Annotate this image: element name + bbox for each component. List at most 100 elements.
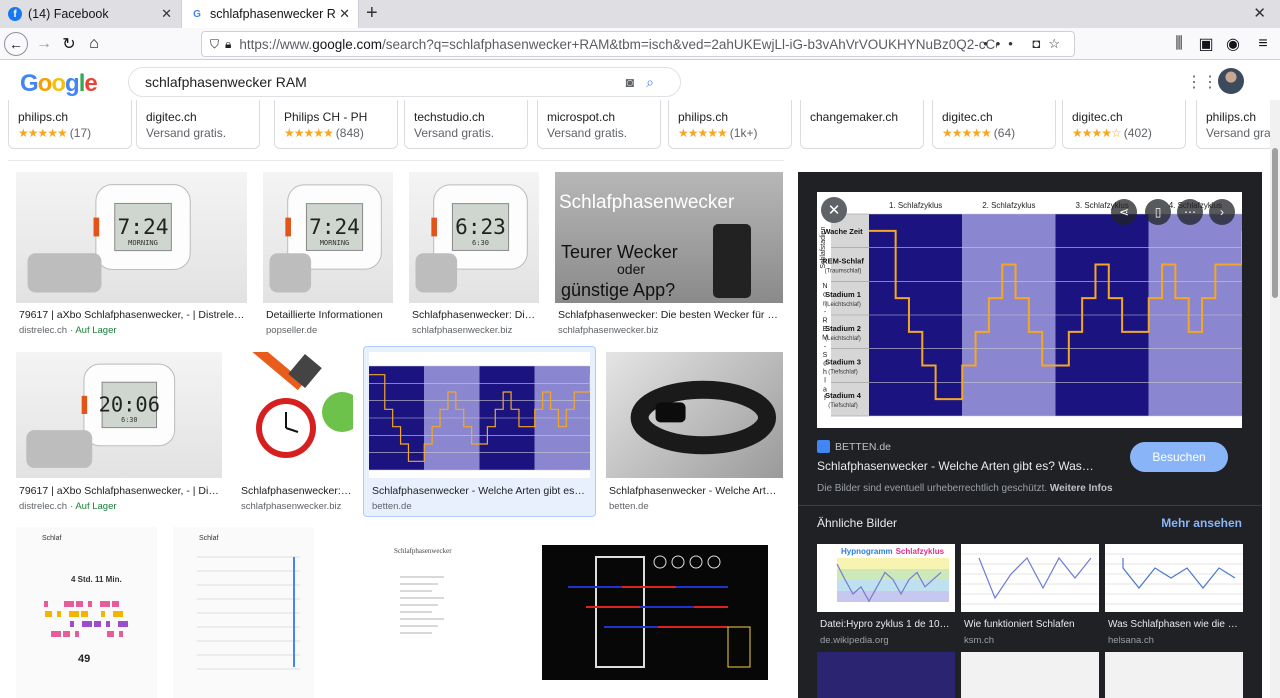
- result-thumbnail[interactable]: Schlaf 4 Std. 11 Min. 49: [16, 527, 157, 698]
- bookmark-star-icon[interactable]: ☆: [1048, 36, 1068, 51]
- result-title[interactable]: Schlafphasenwecker - Welche Arten gibt e…: [372, 485, 589, 497]
- similar-thumbnail[interactable]: [1105, 652, 1243, 698]
- image-result[interactable]: Schlaf: [173, 527, 314, 698]
- alarm-clock-image: 6:236:30: [415, 184, 528, 293]
- result-thumbnail[interactable]: Schlafphasenwecker: [330, 527, 512, 698]
- shopping-card[interactable]: Philips CH - PH ★★★★★ (848): [274, 100, 398, 149]
- image-result[interactable]: 6:23 6:30 Schlafphasenwecker: Die ... schla…: [409, 172, 539, 339]
- similar-image[interactable]: Hypnogramm Schlafzyklus Datei:Hypro zyklus…: [817, 544, 955, 654]
- preview-image[interactable]: 1. Schlafzyklus 2. Schlafzyklus 3. Schlafz…: [817, 192, 1243, 428]
- shield-icon[interactable]: ⛉: [210, 37, 219, 52]
- scrollbar-thumb[interactable]: [1272, 148, 1278, 298]
- shopping-card[interactable]: digitec.ch Versand gratis.: [136, 100, 260, 149]
- similar-thumbnail[interactable]: [817, 652, 955, 698]
- shopping-card[interactable]: microspot.ch Versand gratis.: [537, 100, 661, 149]
- search-query[interactable]: schlafphasenwecker RAM: [145, 74, 307, 90]
- image-result[interactable]: 7:24 MORNING Detaillierte Informationen pop…: [263, 172, 393, 339]
- avatar[interactable]: [1218, 68, 1244, 94]
- reload-icon[interactable]: ↻: [58, 33, 80, 55]
- search-input[interactable]: schlafphasenwecker RAM ◙⌕: [128, 67, 681, 97]
- menu-icon[interactable]: ≡: [1252, 33, 1274, 55]
- account-icon[interactable]: ◉: [1222, 33, 1244, 55]
- clock-subtext: 6:30: [121, 416, 137, 424]
- rating: ★★★★★ (17): [18, 125, 131, 141]
- result-title[interactable]: Detaillierte Informationen: [266, 309, 392, 321]
- shopping-card[interactable]: changemaker.ch: [800, 100, 924, 149]
- similar-title[interactable]: Was Schlafphasen wie die R...: [1108, 619, 1240, 630]
- visit-button[interactable]: Besuchen: [1130, 442, 1228, 472]
- share-icon[interactable]: ⋖: [1111, 199, 1137, 225]
- result-title[interactable]: Schlafphasenwecker: Die besten Wecker fü…: [558, 309, 782, 321]
- home-icon[interactable]: ⌂: [83, 33, 105, 55]
- result-title[interactable]: 79617 | aXbo Schlafphasenwecker, - | Dis…: [19, 485, 221, 497]
- image-result[interactable]: Schlafphasenwecker: D... schlafphasenweck…: [238, 352, 353, 515]
- more-icon[interactable]: •••: [983, 36, 1021, 51]
- image-result[interactable]: Schlaf 4 Std. 11 Min. 49: [16, 527, 157, 698]
- shopping-card[interactable]: digitec.ch ★★★★☆ (402): [1062, 100, 1186, 149]
- similar-thumbnail[interactable]: Hypnogramm Schlafzyklus: [817, 544, 955, 612]
- new-tab-icon[interactable]: +: [366, 2, 378, 25]
- next-icon[interactable]: ›: [1209, 199, 1235, 225]
- result-thumbnail[interactable]: [528, 527, 783, 698]
- google-logo[interactable]: Google: [20, 70, 98, 98]
- shopping-card[interactable]: philips.ch ★★★★★ (1k+): [668, 100, 792, 149]
- preview-title[interactable]: Schlafphasenwecker - Welche Arten gibt e…: [817, 459, 1097, 473]
- similar-image[interactable]: Was Schlafphasen wie die R... helsana.ch: [1105, 544, 1243, 654]
- result-title[interactable]: Schlafphasenwecker - Welche Arten ...: [609, 485, 782, 497]
- result-title[interactable]: Schlafphasenwecker: D...: [241, 485, 352, 497]
- result-thumbnail[interactable]: 6:23 6:30: [409, 172, 539, 303]
- result-thumbnail[interactable]: [606, 352, 783, 478]
- window-close-icon[interactable]: ✕: [1253, 4, 1266, 22]
- result-thumbnail[interactable]: 20:06 6:30: [16, 352, 222, 478]
- pocket-icon[interactable]: ◘: [1032, 36, 1048, 51]
- logo-letter: o: [51, 70, 66, 97]
- lock-icon[interactable]: 🔒︎: [225, 37, 231, 52]
- similar-title[interactable]: Wie funktioniert Schlafen: [964, 619, 1096, 630]
- result-thumbnail[interactable]: Schlaf: [173, 527, 314, 698]
- shopping-card[interactable]: philips.ch Versand gratis.: [1196, 100, 1280, 149]
- result-title[interactable]: Schlafphasenwecker: Die ...: [412, 309, 538, 321]
- more-options-icon[interactable]: ⋯: [1177, 199, 1203, 225]
- result-thumbnail[interactable]: 7:24 MORNING: [263, 172, 393, 303]
- tab-google[interactable]: G schlafphasenwecker RAM ✕: [181, 0, 359, 28]
- close-tab-icon[interactable]: ✕: [339, 6, 350, 22]
- more-info-link[interactable]: Weitere Infos: [1050, 483, 1113, 494]
- forward-icon[interactable]: →: [33, 33, 55, 55]
- image-result[interactable]: Schlafphasenwecker Teurer Wecker oder günst…: [555, 172, 783, 339]
- image-result[interactable]: [528, 527, 783, 698]
- similar-image[interactable]: Wie funktioniert Schlafen ksm.ch: [961, 544, 1099, 654]
- image-result[interactable]: 7:24 MORNING 79617 | aXbo Schlafphasenweck…: [16, 172, 247, 339]
- library-icon[interactable]: ⫼: [1168, 33, 1190, 55]
- result-source: schlafphasenwecker.biz: [241, 501, 341, 512]
- result-thumbnail[interactable]: [238, 352, 353, 478]
- result-title[interactable]: 79617 | aXbo Schlafphasenwecker, - | Dis…: [19, 309, 246, 321]
- cycle-label: 2. Schlafzyklus: [982, 201, 1035, 210]
- tab-facebook[interactable]: f (14) Facebook ✕: [0, 0, 180, 28]
- similar-title[interactable]: Datei:Hypro zyklus 1 de 103...: [820, 619, 952, 630]
- app-score: 49: [78, 653, 91, 665]
- similar-thumbnail[interactable]: [961, 652, 1099, 698]
- image-result[interactable]: Schlafphasenwecker - Welche Arten ... bet…: [606, 352, 783, 515]
- image-result[interactable]: Schlafphasenwecker: [330, 527, 512, 698]
- close-tab-icon[interactable]: ✕: [161, 6, 172, 22]
- bookmark-icon[interactable]: ▯: [1145, 199, 1171, 225]
- search-icon[interactable]: ⌕: [646, 74, 666, 90]
- url-bar[interactable]: ⛉ 🔒︎ https://www.google.com/search?q=sch…: [201, 31, 1075, 57]
- result-thumbnail[interactable]: [369, 352, 590, 478]
- scrollbar[interactable]: [1270, 100, 1280, 698]
- similar-thumbnail[interactable]: [1105, 544, 1243, 612]
- image-result[interactable]: 20:06 6:30 79617 | aXbo Schlafphasenwecker…: [16, 352, 222, 515]
- result-thumbnail[interactable]: 7:24 MORNING: [16, 172, 247, 303]
- shopping-card[interactable]: digitec.ch ★★★★★ (64): [932, 100, 1056, 149]
- camera-icon[interactable]: ◙: [626, 74, 646, 90]
- url-text[interactable]: https://www.google.com/search?q=schlafph…: [239, 37, 997, 52]
- shopping-card[interactable]: techstudio.ch Versand gratis.: [404, 100, 528, 149]
- back-icon[interactable]: ←: [4, 32, 28, 56]
- similar-thumbnail[interactable]: [961, 544, 1099, 612]
- see-more-link[interactable]: Mehr ansehen: [1161, 516, 1242, 530]
- close-panel-icon[interactable]: ✕: [821, 197, 847, 223]
- sidebar-icon[interactable]: ▣: [1195, 33, 1217, 55]
- result-thumbnail[interactable]: Schlafphasenwecker Teurer Wecker oder günst…: [555, 172, 783, 303]
- shopping-card[interactable]: philips.ch ★★★★★ (17): [8, 100, 132, 149]
- image-result[interactable]: Schlafphasenwecker - Welche Arten gibt e…: [363, 346, 596, 517]
